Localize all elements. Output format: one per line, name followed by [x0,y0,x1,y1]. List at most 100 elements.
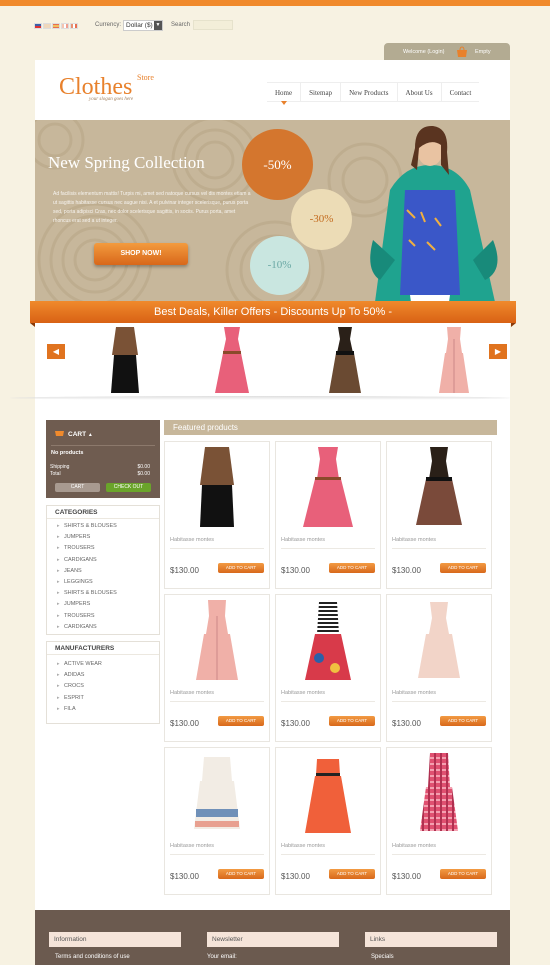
specials-link[interactable]: Specials [371,954,394,960]
divider [51,445,155,446]
shopping-bag-icon[interactable] [456,46,468,57]
product-image[interactable] [188,445,246,529]
shipping-row: Shipping $0.00 [50,464,150,470]
category-item[interactable]: TROUSERS [57,611,159,622]
category-item[interactable]: CARDIGANS [57,622,159,633]
product-name[interactable]: Habitasse montes [392,537,436,543]
cart-title-label: CART [68,431,87,438]
product-price: $130.00 [392,566,421,575]
category-item[interactable]: SHIRTS & BLOUSES [57,588,159,599]
cart-title[interactable]: CART ▲ [68,431,93,438]
carousel-prev-button[interactable]: ◀ [47,344,65,359]
category-item[interactable]: SHIRTS & BLOUSES [57,521,159,532]
add-to-cart-button[interactable]: ADD TO CART [329,563,375,573]
ribbon-fold-right [511,323,516,327]
product-image[interactable] [299,598,357,682]
nav-new-products[interactable]: New Products [340,83,396,102]
active-pointer-icon [280,101,287,105]
product-card[interactable]: Habitasse montes $130.00 ADD TO CART [386,441,492,589]
chevron-down-icon: ▼ [154,21,162,30]
manufacturer-item[interactable]: ESPRIT [57,693,159,704]
add-to-cart-button[interactable]: ADD TO CART [218,716,264,726]
category-item[interactable]: JEANS [57,566,159,577]
carousel-item[interactable] [213,325,251,395]
caret-up-icon: ▲ [87,432,93,438]
nav-contact[interactable]: Contact [440,83,480,102]
product-price: $130.00 [392,719,421,728]
product-card[interactable]: Habitasse montes $130.00 ADD TO CART [386,747,492,895]
nav-sitemap[interactable]: Sitemap [300,83,340,102]
product-card[interactable]: Habitasse montes $130.00 ADD TO CART [164,441,270,589]
login-link[interactable]: Welcome (Login) [403,49,444,55]
shipping-label: Shipping [50,464,70,470]
category-item[interactable]: CARDIGANS [57,555,159,566]
product-name[interactable]: Habitasse montes [281,690,325,696]
product-price: $130.00 [392,872,421,881]
add-to-cart-button[interactable]: ADD TO CART [440,716,486,726]
carousel-item[interactable] [435,325,473,395]
manufacturer-item[interactable]: FILA [57,704,159,715]
hero-title: New Spring Collection [48,153,205,172]
search-input[interactable] [193,20,233,30]
fr-flag-icon[interactable] [61,23,69,29]
add-to-cart-button[interactable]: ADD TO CART [329,716,375,726]
nav-home[interactable]: Home [267,83,300,105]
divider [281,701,375,702]
product-name[interactable]: Habitasse montes [170,690,214,696]
view-cart-button[interactable]: CART [55,483,100,492]
product-price: $130.00 [170,872,199,881]
carousel-item[interactable] [106,325,144,395]
carousel-item[interactable] [326,325,364,395]
category-item[interactable]: JUMPERS [57,599,159,610]
basket-icon [55,431,64,436]
product-image[interactable] [188,751,246,835]
product-card[interactable]: Habitasse montes $130.00 ADD TO CART [164,594,270,742]
checkout-button[interactable]: CHECK OUT [106,483,151,492]
product-name[interactable]: Habitasse montes [281,537,325,543]
manufacturer-item[interactable]: ADIDAS [57,670,159,681]
product-image[interactable] [299,445,357,529]
category-item[interactable]: LEGGINGS [57,577,159,588]
es-flag-icon[interactable] [52,23,60,29]
manufacturer-item[interactable]: CROCS [57,681,159,692]
product-image[interactable] [299,751,357,835]
footer-information-title: Information [49,932,181,947]
product-card[interactable]: Habitasse montes $130.00 ADD TO CART [386,594,492,742]
product-card[interactable]: Habitasse montes $130.00 ADD TO CART [164,747,270,895]
product-image[interactable] [410,751,468,835]
terms-link[interactable]: Terms and conditions of use [55,954,130,960]
product-card[interactable]: Habitasse montes $130.00 ADD TO CART [275,441,381,589]
total-label: Total [50,471,61,477]
divider [281,854,375,855]
category-item[interactable]: JUMPERS [57,532,159,543]
newsletter-email-label: Your email: [207,954,237,960]
add-to-cart-button[interactable]: ADD TO CART [440,869,486,879]
currency-select[interactable]: Dollar ($) ▼ [123,20,163,31]
it-flag-icon[interactable] [70,23,78,29]
hero-text: Ad facilisis elementum mattis! Turpis mi… [53,191,251,224]
discount-badge-10: -10% [250,236,309,295]
product-image[interactable] [410,598,468,682]
de-flag-icon[interactable] [43,23,51,29]
product-name[interactable]: Habitasse montes [281,843,325,849]
add-to-cart-button[interactable]: ADD TO CART [440,563,486,573]
category-item[interactable]: TROUSERS [57,543,159,554]
product-image[interactable] [410,445,468,529]
product-name[interactable]: Habitasse montes [170,537,214,543]
product-card[interactable]: Habitasse montes $130.00 ADD TO CART [275,594,381,742]
product-image[interactable] [188,598,246,682]
divider [170,701,264,702]
add-to-cart-button[interactable]: ADD TO CART [218,563,264,573]
logo-slogan: your slogan goes here [89,97,134,102]
add-to-cart-button[interactable]: ADD TO CART [218,869,264,879]
carousel-next-button[interactable]: ▶ [489,344,507,359]
add-to-cart-button[interactable]: ADD TO CART [329,869,375,879]
product-name[interactable]: Habitasse montes [392,690,436,696]
nav-about-us[interactable]: About Us [396,83,441,102]
shop-now-button[interactable]: SHOP NOW! [94,243,188,265]
product-name[interactable]: Habitasse montes [170,843,214,849]
us-flag-icon[interactable] [34,23,42,29]
manufacturer-item[interactable]: ACTIVE WEAR [57,659,159,670]
product-card[interactable]: Habitasse montes $130.00 ADD TO CART [275,747,381,895]
product-name[interactable]: Habitasse montes [392,843,436,849]
